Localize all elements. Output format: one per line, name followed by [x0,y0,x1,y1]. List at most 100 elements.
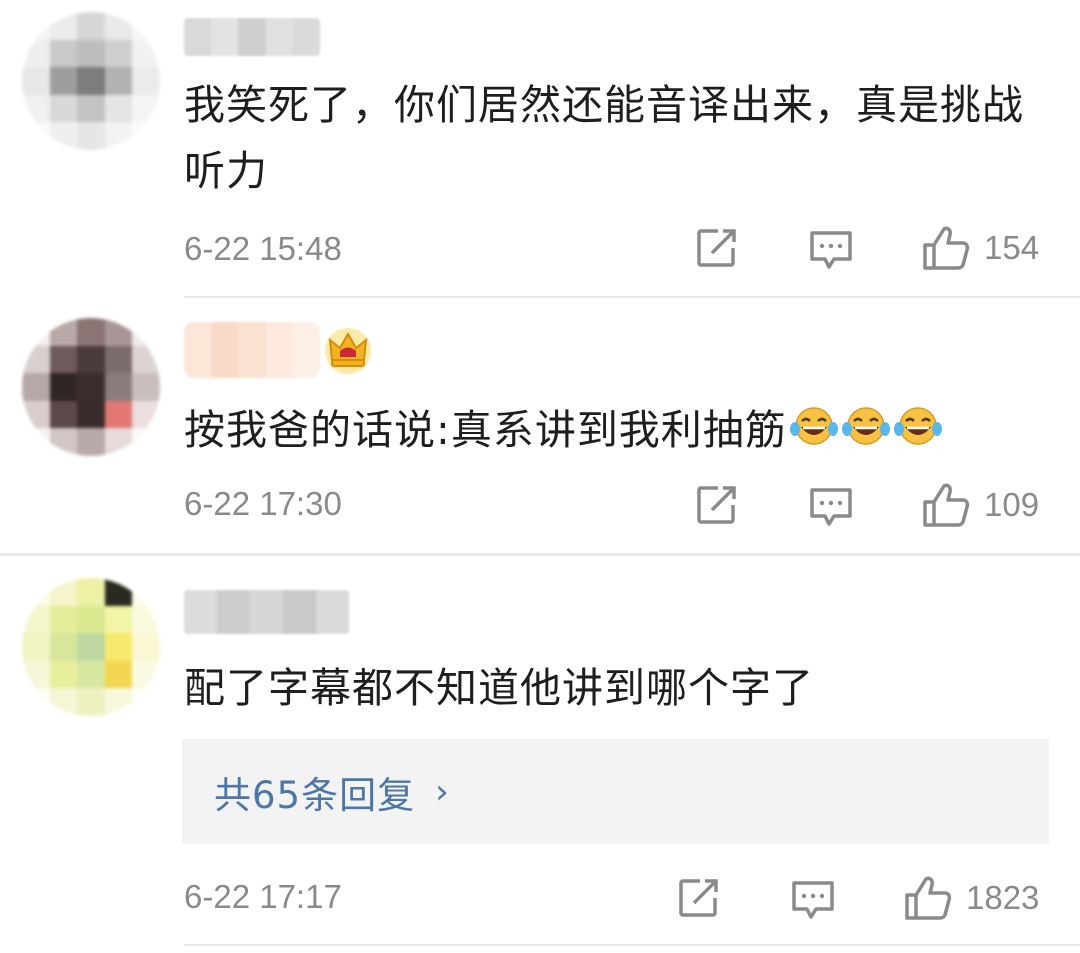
divider [0,553,1080,556]
comment-icon [810,488,852,526]
avatar-pixel [132,12,160,40]
username-pixel [250,590,283,634]
avatar-pixel [49,373,78,401]
username-pixel [238,18,266,56]
avatar-pixel [49,318,78,346]
like-count: 109 [984,486,1040,523]
avatar-pixel [77,318,105,346]
avatar-pixel [104,428,133,456]
avatar-pixel [132,633,160,661]
avatar-pixel [49,428,78,456]
avatar-pixel [104,400,133,429]
username-pixel [217,590,250,634]
like-button[interactable]: 1823 [904,875,1039,921]
avatar-pixel [49,578,78,606]
avatar-pixel [22,345,50,374]
avatar-pixel [49,605,78,634]
thumbs-up-icon [905,876,952,920]
avatar-pixel [104,688,133,716]
like-count: 1823 [966,879,1040,916]
avatar-pixel [22,660,50,689]
repost-button[interactable] [696,485,738,525]
avatar-pixel [22,12,50,40]
avatar-pixel [22,39,50,68]
avatar-pixel [77,94,105,123]
avatar-pixel [22,94,50,123]
username-pixel [211,18,239,56]
username-pixel [184,18,212,56]
avatar-pixel [22,633,50,661]
reply-button[interactable] [791,880,835,920]
avatar-pixel [49,633,78,661]
view-replies-button[interactable]: 共65条回复 › [182,739,1049,844]
avatar-pixel [77,345,105,374]
avatar-pixel [22,318,50,346]
reply-button[interactable] [809,487,853,527]
avatar-pixel [104,318,133,346]
username[interactable] [184,322,320,378]
repost-icon [697,486,736,524]
divider [184,944,1080,946]
username-pixel [238,322,266,378]
avatar-pixel [77,633,105,661]
avatar-pixel [132,688,160,716]
username[interactable] [184,590,349,634]
comment-icon [792,881,834,919]
avatar-pixel [49,688,78,716]
avatar-pixel [132,122,160,150]
username-pixel [184,322,212,378]
avatar-pixel [49,345,78,374]
thumbs-up-icon [923,483,970,527]
thumbs-up-icon [923,226,970,270]
username-pixel [211,322,239,378]
avatar-pixel [104,94,133,123]
username[interactable] [184,18,320,56]
avatar-pixel [104,578,133,606]
avatar-pixel [77,12,105,40]
like-button[interactable]: 109 [922,482,1039,528]
avatar-pixel [104,345,133,374]
laughing-tears-emoji [893,400,943,466]
avatar-pixel [22,67,50,95]
avatar-pixel [22,605,50,634]
laughing-tears-emoji [789,400,839,466]
avatar[interactable] [22,12,160,150]
avatar-pixel [77,605,105,634]
avatar-pixel [49,94,78,123]
repost-icon [679,879,718,917]
avatar-pixel [22,578,50,606]
comment-icon [810,231,852,269]
avatar[interactable] [22,318,160,456]
comment-text: 我笑死了，你们居然还能音译出来，真是挑战听力 [184,81,1024,195]
repost-button[interactable] [678,878,720,918]
avatar-pixel [22,400,50,429]
avatar-pixel [49,39,78,68]
avatar-pixel [132,428,160,456]
avatar-pixel [77,428,105,456]
comment-time: 6-22 15:48 [184,230,342,267]
avatar-pixel [104,633,133,661]
avatar[interactable] [22,578,160,716]
avatar-pixel [104,67,133,95]
username-pixel [265,322,293,378]
avatar-pixel [132,578,160,606]
chevron-right-icon: › [435,771,449,812]
avatar-pixel [77,400,105,429]
repost-icon [697,229,736,267]
avatar-pixel [104,373,133,401]
avatar-pixel [49,660,78,689]
avatar-pixel [77,67,105,95]
avatar-pixel [22,122,50,150]
avatar-pixel [77,39,105,68]
comment-time: 6-22 17:17 [184,878,342,915]
avatar-pixel [77,688,105,716]
avatar-pixel [132,67,160,95]
avatar-pixel [77,660,105,689]
avatar-pixel [49,122,78,150]
like-button[interactable]: 154 [922,225,1039,271]
username-pixel [292,322,320,378]
avatar-pixel [49,67,78,95]
repost-button[interactable] [696,228,738,268]
avatar-pixel [77,373,105,401]
reply-button[interactable] [809,230,853,270]
